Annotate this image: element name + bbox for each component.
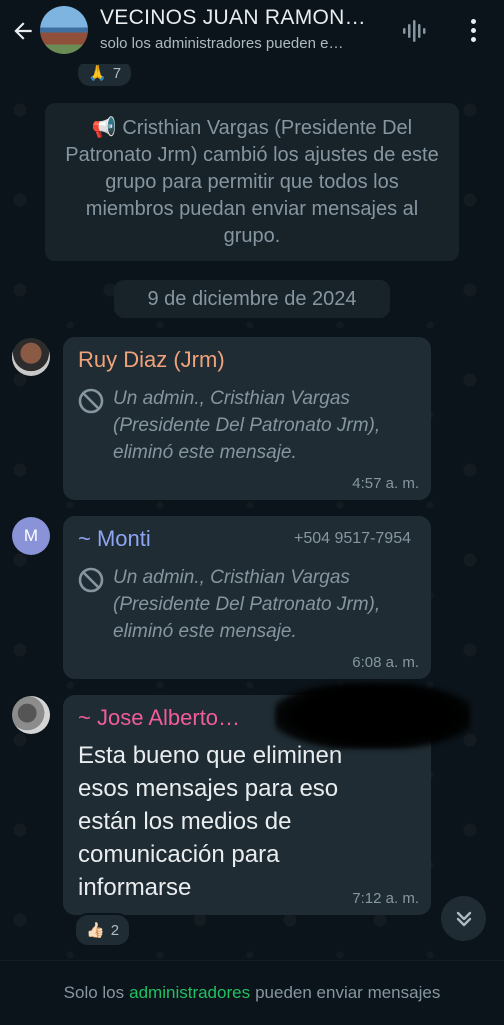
voice-chat-button[interactable] <box>400 17 428 45</box>
avatar[interactable] <box>12 338 50 376</box>
reaction-pill[interactable]: 👍🏻 2 <box>74 913 132 947</box>
message-time: 7:12 a. m. <box>352 890 419 907</box>
group-avatar[interactable] <box>40 6 88 54</box>
deleted-message-text: Un admin., Cristhian Vargas (Presidente … <box>113 567 381 642</box>
deleted-message-text: Un admin., Cristhian Vargas (Presidente … <box>113 388 381 463</box>
message-bubble[interactable]: Ruy Diaz (Jrm) Un admin., Cristhian Varg… <box>63 337 431 500</box>
deleted-message: Un admin., Cristhian Vargas (Presidente … <box>77 564 417 645</box>
administrators-link[interactable]: administradores <box>129 983 250 1003</box>
reaction-count: 7 <box>112 64 122 82</box>
avatar-letter: M <box>23 526 39 545</box>
chat-header: VECINOS JUAN RAMON… solo los administrad… <box>0 0 504 64</box>
scroll-to-bottom-button[interactable] <box>441 896 486 941</box>
menu-dot <box>470 36 476 42</box>
megaphone-icon: 📢 <box>91 116 117 139</box>
sender-phone[interactable]: +504 9517-7954 <box>294 530 411 548</box>
system-message: 📢 Cristhian Vargas (Presidente Del Patro… <box>45 103 459 261</box>
deleted-message: Un admin., Cristhian Vargas (Presidente … <box>77 385 417 466</box>
group-title: VECINOS JUAN RAMON… <box>100 6 366 29</box>
audio-wave-icon <box>403 20 426 42</box>
menu-dot <box>470 27 476 33</box>
prohibited-icon <box>78 567 104 593</box>
message-time: 6:08 a. m. <box>352 654 419 671</box>
reaction-emoji: 👍🏻 <box>86 922 105 939</box>
sender-name[interactable]: ~ Jose Alberto… <box>78 705 240 731</box>
avatar[interactable]: M <box>12 517 50 555</box>
admin-only-notice: Solo los administradores pueden enviar m… <box>0 960 504 1025</box>
reaction-emoji: 🙏 <box>88 65 107 82</box>
footer-prefix: Solo los <box>63 983 125 1002</box>
group-subtitle: solo los administradores pueden e… <box>100 35 344 52</box>
avatar[interactable] <box>12 696 50 734</box>
message-bubble[interactable]: ~ Monti +504 9517-7954 Un admin., Cristh… <box>63 516 431 679</box>
more-options-button[interactable] <box>462 14 484 46</box>
sender-name[interactable]: Ruy Diaz (Jrm) <box>78 347 225 373</box>
prohibited-icon <box>78 388 104 414</box>
group-info[interactable]: VECINOS JUAN RAMON… solo los administrad… <box>100 6 385 52</box>
system-message-text: Cristhian Vargas (Presidente Del Patrona… <box>65 116 439 247</box>
arrow-left-icon <box>14 22 32 40</box>
footer-suffix: pueden enviar mensajes <box>255 983 441 1002</box>
more-vertical-icon <box>470 18 476 24</box>
message-text: Esta bueno que eliminen esos mensajes pa… <box>78 742 343 901</box>
redaction-mark <box>275 683 470 749</box>
double-chevron-down-icon <box>456 911 471 926</box>
date-divider: 9 de diciembre de 2024 <box>114 280 390 318</box>
back-button[interactable] <box>8 16 38 46</box>
sender-name[interactable]: ~ Monti <box>78 526 151 552</box>
message-time: 4:57 a. m. <box>352 475 419 492</box>
reaction-count: 2 <box>110 921 120 939</box>
